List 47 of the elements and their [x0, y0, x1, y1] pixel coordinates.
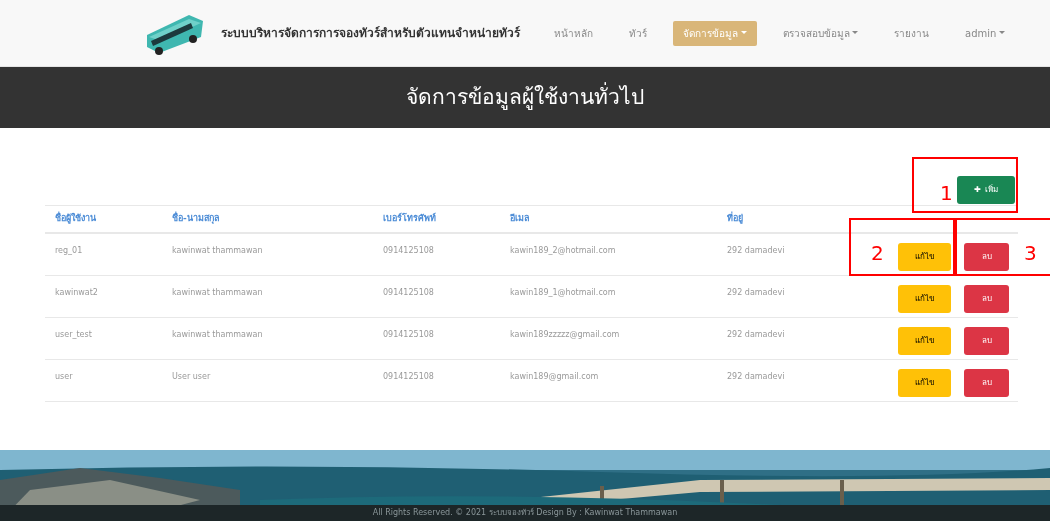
- edit-button[interactable]: แก้ไข: [898, 285, 951, 313]
- dropdown-menu-link[interactable]: admin: [955, 20, 1015, 46]
- edit-button[interactable]: แก้ไข: [898, 327, 951, 355]
- table-cell-text: kawin189_1@hotmail.com: [510, 287, 617, 299]
- delete-button[interactable]: ลบ: [964, 285, 1009, 313]
- table-cell-text: 292 damadevi: [727, 245, 786, 257]
- table-cell-text: user_test: [55, 329, 93, 341]
- table-cell-text: kawinwat thammawan: [172, 329, 264, 341]
- column-header: อีเมล: [510, 212, 531, 226]
- table-cell-text: 292 damadevi: [727, 329, 786, 341]
- add-button[interactable]: ✚ เพิ่ม: [957, 176, 1015, 204]
- delete-button[interactable]: ลบ: [964, 327, 1009, 355]
- table-cell-text: kawinwat thammawan: [172, 245, 264, 257]
- table-cell-text: kawinwat thammawan: [172, 287, 264, 299]
- site-title: ระบบบริหารจัดการการจองทัวร์สำหรับตัวแทนจำหน่ายทัวร์: [221, 25, 520, 42]
- table-cell-text: user: [55, 371, 74, 383]
- table-cell-text: 0914125108: [383, 287, 435, 299]
- table-cell-text: kawin189zzzzz@gmail.com: [510, 329, 621, 341]
- dropdown-menu-link[interactable]: ตรวจสอบข้อมูล: [772, 20, 869, 46]
- table-cell-text: 292 damadevi: [727, 287, 786, 299]
- delete-button[interactable]: ลบ: [964, 243, 1009, 271]
- footer-text: All Rights Reserved. © 2021 ระบบจองทัวร์ Design By : Kawinwat Thammawan: [0, 505, 1050, 521]
- edit-button[interactable]: แก้ไข: [898, 243, 951, 271]
- annotation-number: 1: [940, 183, 953, 203]
- table-cell-text: kawin189@gmail.com: [510, 371, 600, 383]
- edit-button[interactable]: แก้ไข: [898, 369, 951, 397]
- plus-icon: ✚: [974, 184, 981, 196]
- nav-link[interactable]: รายงาน: [884, 20, 940, 46]
- nav-link[interactable]: ทัวร์: [619, 20, 657, 46]
- table-cell-text: User user: [172, 371, 212, 383]
- button-label: เพิ่ม: [984, 184, 998, 196]
- annotation-number: 3: [1024, 243, 1037, 263]
- nav-link[interactable]: หน้าหลัก: [544, 20, 603, 46]
- column-header: ชื่อผู้ใช้งาน: [55, 212, 97, 226]
- column-header: ที่อยู่: [727, 212, 744, 226]
- annotation-number: 2: [871, 243, 884, 263]
- table-cell-text: 0914125108: [383, 329, 435, 341]
- page-title: จัดการข้อมูลผู้ใช้งานทั่วไป: [406, 81, 644, 112]
- table-cell-text: reg_01: [55, 245, 84, 257]
- column-header: ชื่อ-นามสกุล: [172, 212, 221, 226]
- table-cell-text: kawinwat2: [55, 287, 99, 299]
- table-cell-text: 0914125108: [383, 371, 435, 383]
- table-cell-text: 292 damadevi: [727, 371, 786, 383]
- delete-button[interactable]: ลบ: [964, 369, 1009, 397]
- table-cell-text: kawin189_2@hotmail.com: [510, 245, 617, 257]
- column-header: เบอร์โทรศัพท์: [383, 212, 437, 226]
- table-cell-text: 0914125108: [383, 245, 435, 257]
